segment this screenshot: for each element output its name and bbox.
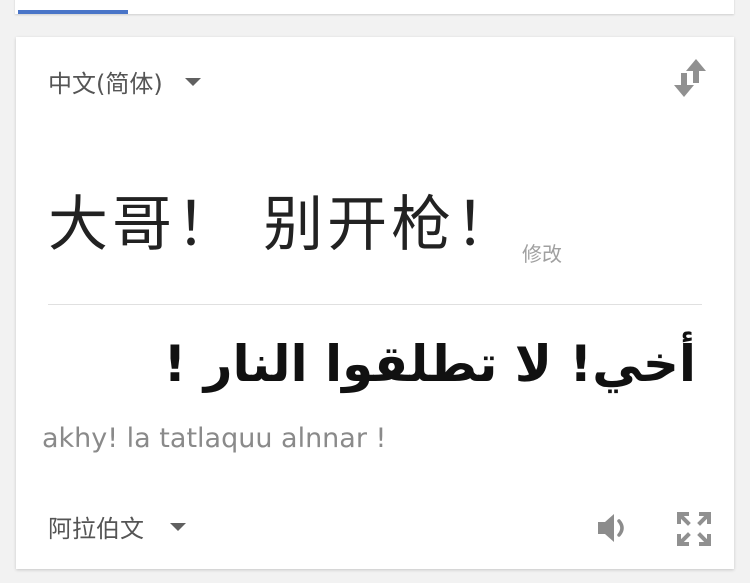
speaker-icon[interactable] [596,510,632,546]
chevron-down-icon [184,78,201,86]
divider [48,304,702,305]
previous-card [15,0,734,14]
source-language-selector[interactable]: 中文(简体) [48,64,201,98]
source-language-label: 中文(简体) [48,69,163,98]
target-language-label: 阿拉伯文 [48,514,144,543]
target-language-selector[interactable]: 阿拉伯文 [48,509,186,543]
translated-text: أخي! لا تطلقوا النار ! [163,335,696,393]
source-text: 大哥！ 别开枪！ [48,190,520,260]
translation-card: 中文(简体) 大哥！ 别开枪！ 修改 أخي! لا تطلقوا النار … [16,37,734,569]
edit-button[interactable]: 修改 [522,238,562,267]
fullscreen-icon[interactable] [676,511,712,547]
swap-languages-icon[interactable] [672,59,708,97]
chevron-down-icon [170,523,186,531]
active-tab-indicator [18,10,128,14]
transliteration-text: akhy! la tatlaquu alnnar ! [42,423,387,454]
